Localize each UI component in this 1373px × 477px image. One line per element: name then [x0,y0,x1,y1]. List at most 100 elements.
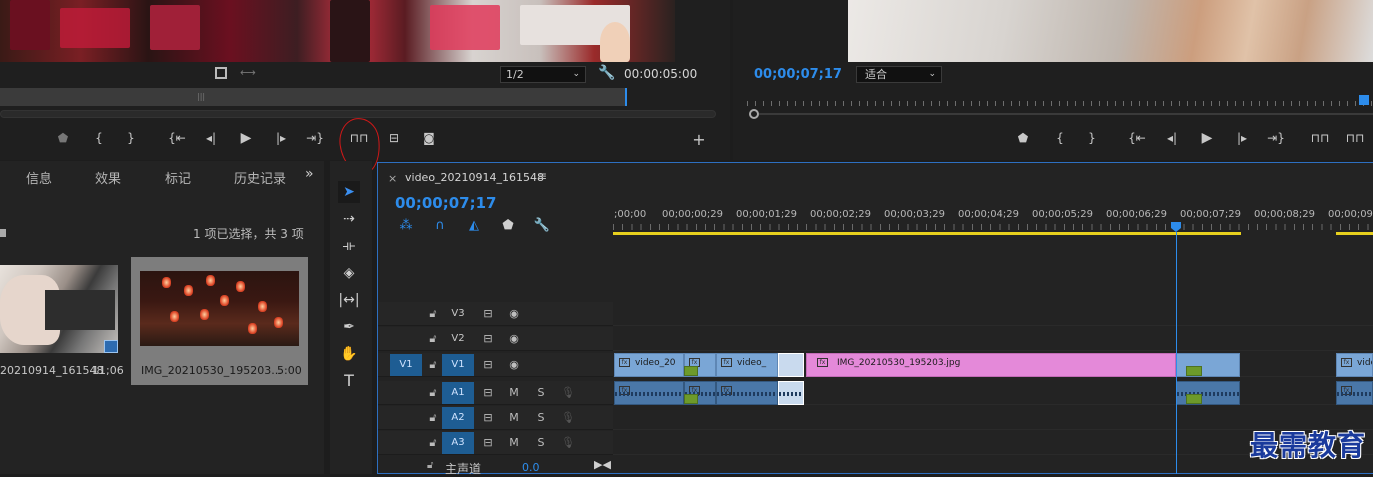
marker-icon[interactable]: ⬟ [52,128,74,148]
tab-effects[interactable]: 效果 [95,168,121,187]
overwrite-icon[interactable]: ⊟ [383,128,405,148]
mute-button[interactable]: M [507,431,521,455]
image-clip[interactable]: fx IMG_20210530_195203.jpg [806,353,1176,377]
track-target-v2[interactable]: V2 [442,328,474,350]
go-to-in-icon[interactable]: {⇤ [1126,128,1148,148]
tab-history[interactable]: 历史记录 [234,168,286,187]
program-time-ruler[interactable] [747,96,1373,108]
mark-in-icon[interactable]: { [1049,128,1071,148]
track-lane-v2[interactable] [613,327,1373,351]
sync-lock-icon[interactable]: ⊟ [481,327,495,351]
go-to-in-icon[interactable]: {⇤ [166,128,188,148]
eye-icon[interactable]: ◉ [507,327,521,351]
video-clip[interactable]: fx video_ [1336,353,1373,377]
audio-clip[interactable] [778,381,804,405]
mark-out-icon[interactable]: } [120,128,142,148]
lock-icon[interactable]: 🔓︎ [426,302,440,326]
source-scale-select[interactable]: 1/2 ⌄ [500,66,586,83]
step-forward-icon[interactable]: |▸ [270,128,292,148]
solo-button[interactable]: S [534,406,548,430]
source-zoom-scrollbar[interactable] [0,110,716,118]
go-to-end-icon[interactable]: ▶◀ [594,458,611,471]
lock-icon[interactable]: 🔓︎ [426,381,440,405]
safe-margins-icon[interactable] [215,67,227,79]
source-patch-v1[interactable]: V1 [390,354,422,376]
track-lane-v3[interactable] [613,302,1373,326]
mark-out-icon[interactable]: } [1081,128,1103,148]
track-target-a1[interactable]: A1 [442,382,474,404]
work-area-bar[interactable] [1336,232,1373,235]
work-area-bar[interactable] [613,232,1241,235]
audio-clip[interactable]: fx [716,381,778,405]
track-target-a2[interactable]: A2 [442,407,474,429]
solo-button[interactable]: S [534,431,548,455]
track-select-tool-icon[interactable]: ⇢ [338,208,360,230]
program-playhead[interactable] [1359,95,1369,105]
audio-transition[interactable] [684,394,698,404]
close-icon[interactable]: × [388,172,397,185]
solo-button[interactable]: S [534,381,548,405]
wrench-icon[interactable]: 🔧 [598,65,615,81]
eye-icon[interactable]: ◉ [507,353,521,377]
export-frame-icon[interactable]: ◙ [418,128,440,148]
marker-icon[interactable]: ⬟ [1012,128,1034,148]
mute-button[interactable]: M [507,406,521,430]
play-icon[interactable]: ▶ [235,128,257,148]
step-back-icon[interactable]: ◂| [1161,128,1183,148]
transition[interactable] [1186,366,1202,376]
panel-menu-icon[interactable]: ≡ [537,169,547,183]
tab-markers[interactable]: 标记 [165,168,191,187]
microphone-icon[interactable]: 🎙︎ [561,431,575,455]
track-target-v1[interactable]: V1 [442,354,474,376]
sync-lock-icon[interactable]: ⊟ [481,302,495,326]
linked-selection-icon[interactable]: ◭ [465,217,483,235]
type-tool-icon[interactable]: T [338,370,360,392]
project-item-thumbnail[interactable] [0,265,118,353]
slip-tool-icon[interactable]: |↔| [338,289,360,311]
step-forward-icon[interactable]: |▸ [1231,128,1253,148]
video-clip[interactable]: fx video_20 [614,353,684,377]
folder-icon[interactable] [0,229,6,237]
snap-icon[interactable]: ∩ [431,217,449,235]
hand-tool-icon[interactable]: ✋ [338,343,360,365]
sequence-tab-title[interactable]: video_20210914_161548 [405,171,544,184]
razor-tool-icon[interactable]: ◈ [338,262,360,284]
ripple-edit-tool-icon[interactable]: ⟛ [338,235,360,257]
tab-info[interactable]: 信息 [26,168,52,187]
go-to-out-icon[interactable]: ⇥} [1265,128,1287,148]
pen-tool-icon[interactable]: ✒ [338,316,360,338]
step-back-icon[interactable]: ◂| [200,128,222,148]
lock-icon[interactable]: 🔓︎ [426,353,440,377]
audio-clip[interactable]: fx [1336,381,1373,405]
drag-audio-icon[interactable]: ⟷ [240,66,256,79]
project-item-thumbnail[interactable] [140,271,299,346]
audio-transition[interactable] [1186,394,1202,404]
master-volume-value[interactable]: 0.0 [522,461,540,474]
lock-icon[interactable]: 🔓︎ [426,327,440,351]
add-marker-icon[interactable]: ⬟ [499,217,517,235]
mark-in-icon[interactable]: { [88,128,110,148]
lift-icon[interactable]: ⊓⊓ [1309,128,1331,148]
program-fit-select[interactable]: 适合 ⌄ [856,66,942,83]
program-timecode[interactable]: 00;00;07;17 [754,67,842,82]
nest-icon[interactable]: ⁂ [397,217,415,235]
microphone-icon[interactable]: 🎙︎ [561,406,575,430]
selection-tool-icon[interactable]: ➤ [338,181,360,203]
lock-icon[interactable]: 🔓︎ [426,406,440,430]
sync-lock-icon[interactable]: ⊟ [481,431,495,455]
track-target-a3[interactable]: A3 [442,432,474,454]
track-target-v3[interactable]: V3 [442,303,474,325]
source-time-ruler[interactable] [0,88,626,106]
eye-icon[interactable]: ◉ [507,302,521,326]
video-clip[interactable]: fx video_ [716,353,778,377]
timeline-timecode[interactable]: 00;00;07;17 [395,194,497,212]
lock-icon[interactable]: 🔓︎ [427,460,433,471]
play-icon[interactable]: ▶ [1196,128,1218,148]
extract-icon[interactable]: ⊓⊓ [1344,128,1366,148]
add-icon[interactable]: + [688,130,710,150]
program-zoom-scrollbar[interactable] [759,113,1373,115]
sync-lock-icon[interactable]: ⊟ [481,406,495,430]
sync-lock-icon[interactable]: ⊟ [481,381,495,405]
mute-button[interactable]: M [507,381,521,405]
timeline-settings-icon[interactable]: 🔧 [533,217,551,235]
